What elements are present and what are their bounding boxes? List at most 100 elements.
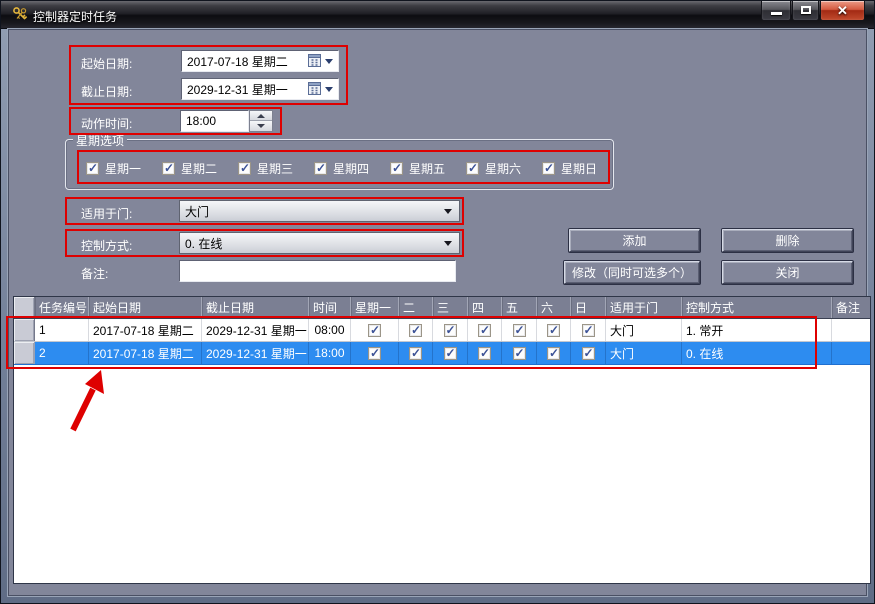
cell-day-checkbox[interactable]: ✓: [502, 319, 537, 341]
weekday-label: 星期一: [105, 160, 141, 177]
weekday-checkbox-tue[interactable]: ✓ 星期二: [162, 160, 217, 177]
maximize-icon: [801, 6, 811, 14]
checkbox-checked[interactable]: ✓: [542, 162, 555, 175]
delete-button[interactable]: 删除: [722, 229, 853, 252]
cell-day-checkbox[interactable]: ✓: [571, 342, 606, 364]
weekday-checkbox-fri[interactable]: ✓ 星期五: [390, 160, 445, 177]
table-header-row: 任务编号 起始日期 截止日期 时间 星期一 二 三 四 五 六 日 适用于门 控…: [14, 297, 870, 319]
cell-day-checkbox[interactable]: ✓: [537, 319, 571, 341]
check-icon: ✓: [411, 323, 421, 337]
row-selector-header: [14, 297, 35, 318]
checkbox-checked[interactable]: ✓: [86, 162, 99, 175]
minimize-icon: [771, 12, 782, 15]
column-header-mode[interactable]: 控制方式: [682, 297, 832, 318]
cell-day-checkbox[interactable]: ✓: [351, 342, 399, 364]
checkbox-checked[interactable]: ✓: [314, 162, 327, 175]
cell-end-date: 2029-12-31 星期一: [202, 342, 309, 364]
dropdown-arrow-icon[interactable]: [325, 87, 333, 92]
spinner-up-button[interactable]: [250, 111, 272, 121]
cell-mode: 1. 常开: [682, 319, 832, 341]
check-icon: ✓: [164, 161, 174, 175]
check-icon: ✓: [240, 161, 250, 175]
column-header-start-date[interactable]: 起始日期: [89, 297, 202, 318]
cell-time: 18:00: [309, 342, 351, 364]
cell-day-checkbox[interactable]: ✓: [502, 342, 537, 364]
start-date-picker[interactable]: 2017-07-18 星期二: [181, 50, 339, 72]
close-button[interactable]: ✕: [820, 1, 865, 21]
action-time-value: 18:00: [186, 114, 216, 128]
row-selector[interactable]: [14, 342, 35, 364]
table-row[interactable]: 1 2017-07-18 星期二 2029-12-31 星期一 08:00 ✓ …: [14, 319, 870, 342]
dropdown-arrow-icon[interactable]: [444, 209, 452, 214]
column-header-sat[interactable]: 六: [537, 297, 571, 318]
check-icon: ✓: [515, 323, 525, 337]
checkbox-checked[interactable]: ✓: [162, 162, 175, 175]
column-header-tue[interactable]: 二: [399, 297, 433, 318]
weekday-checkbox-mon[interactable]: ✓ 星期一: [86, 160, 141, 177]
column-header-remark[interactable]: 备注: [832, 297, 870, 318]
column-header-thu[interactable]: 四: [468, 297, 502, 318]
checkbox-checked[interactable]: ✓: [390, 162, 403, 175]
cell-start-date: 2017-07-18 星期二: [89, 319, 202, 341]
dropdown-arrow-icon[interactable]: [444, 241, 452, 246]
close-dialog-button[interactable]: 关闭: [722, 261, 853, 284]
dropdown-arrow-icon[interactable]: [325, 59, 333, 64]
column-header-sun[interactable]: 日: [571, 297, 606, 318]
weekday-checkbox-wed[interactable]: ✓ 星期三: [238, 160, 293, 177]
cell-time: 08:00: [309, 319, 351, 341]
check-icon: ✓: [549, 346, 559, 360]
task-table: 任务编号 起始日期 截止日期 时间 星期一 二 三 四 五 六 日 适用于门 控…: [13, 296, 871, 584]
start-date-label: 起始日期:: [81, 55, 132, 72]
remark-input[interactable]: [179, 260, 456, 282]
action-time-input[interactable]: 18:00: [180, 110, 249, 132]
cell-day-checkbox[interactable]: ✓: [468, 319, 502, 341]
cell-day-checkbox[interactable]: ✓: [433, 319, 468, 341]
end-date-picker[interactable]: 2029-12-31 星期一: [181, 78, 339, 100]
cell-day-checkbox[interactable]: ✓: [433, 342, 468, 364]
title-bar[interactable]: 控制器定时任务 ✕: [1, 1, 874, 29]
weekday-label: 星期五: [409, 160, 445, 177]
checkbox-checked[interactable]: ✓: [238, 162, 251, 175]
door-value: 大门: [185, 203, 209, 220]
check-icon: ✓: [446, 346, 456, 360]
door-label: 适用于门:: [81, 205, 132, 222]
cell-day-checkbox[interactable]: ✓: [468, 342, 502, 364]
column-header-door[interactable]: 适用于门: [606, 297, 682, 318]
maximize-button[interactable]: [792, 1, 819, 21]
dialog-window: 控制器定时任务 ✕ 起始日期: 2017-07-18 星期二 截止日期: 202…: [0, 0, 875, 604]
weekday-label: 星期四: [333, 160, 369, 177]
column-header-task-id[interactable]: 任务编号: [35, 297, 89, 318]
cell-day-checkbox[interactable]: ✓: [351, 319, 399, 341]
check-icon: ✓: [370, 323, 380, 337]
check-icon: ✓: [88, 161, 98, 175]
column-header-end-date[interactable]: 截止日期: [202, 297, 309, 318]
caption-buttons: ✕: [760, 1, 865, 21]
spinner-down-button[interactable]: [250, 121, 272, 131]
check-icon: ✓: [549, 323, 559, 337]
add-button[interactable]: 添加: [569, 229, 700, 252]
checkbox-checked[interactable]: ✓: [466, 162, 479, 175]
weekday-checkbox-thu[interactable]: ✓ 星期四: [314, 160, 369, 177]
control-mode-combobox[interactable]: 0. 在线: [179, 232, 460, 254]
cell-day-checkbox[interactable]: ✓: [571, 319, 606, 341]
column-header-time[interactable]: 时间: [309, 297, 351, 318]
column-header-wed[interactable]: 三: [433, 297, 468, 318]
spinner-down-icon: [257, 124, 265, 128]
column-header-mon[interactable]: 星期一: [351, 297, 399, 318]
calendar-icon[interactable]: [308, 54, 321, 67]
minimize-button[interactable]: [761, 1, 791, 21]
remark-label: 备注:: [81, 265, 108, 282]
row-selector[interactable]: [14, 319, 35, 341]
door-combobox[interactable]: 大门: [179, 200, 460, 222]
cell-day-checkbox[interactable]: ✓: [537, 342, 571, 364]
table-row-selected[interactable]: 2 2017-07-18 星期二 2029-12-31 星期一 18:00 ✓ …: [14, 342, 870, 365]
column-header-fri[interactable]: 五: [502, 297, 537, 318]
check-icon: ✓: [515, 346, 525, 360]
control-mode-value: 0. 在线: [185, 235, 222, 252]
calendar-icon[interactable]: [308, 82, 321, 95]
modify-button[interactable]: 修改（同时可选多个）: [564, 261, 700, 284]
cell-day-checkbox[interactable]: ✓: [399, 342, 433, 364]
weekday-checkbox-sat[interactable]: ✓ 星期六: [466, 160, 521, 177]
weekday-checkbox-sun[interactable]: ✓ 星期日: [542, 160, 597, 177]
cell-day-checkbox[interactable]: ✓: [399, 319, 433, 341]
